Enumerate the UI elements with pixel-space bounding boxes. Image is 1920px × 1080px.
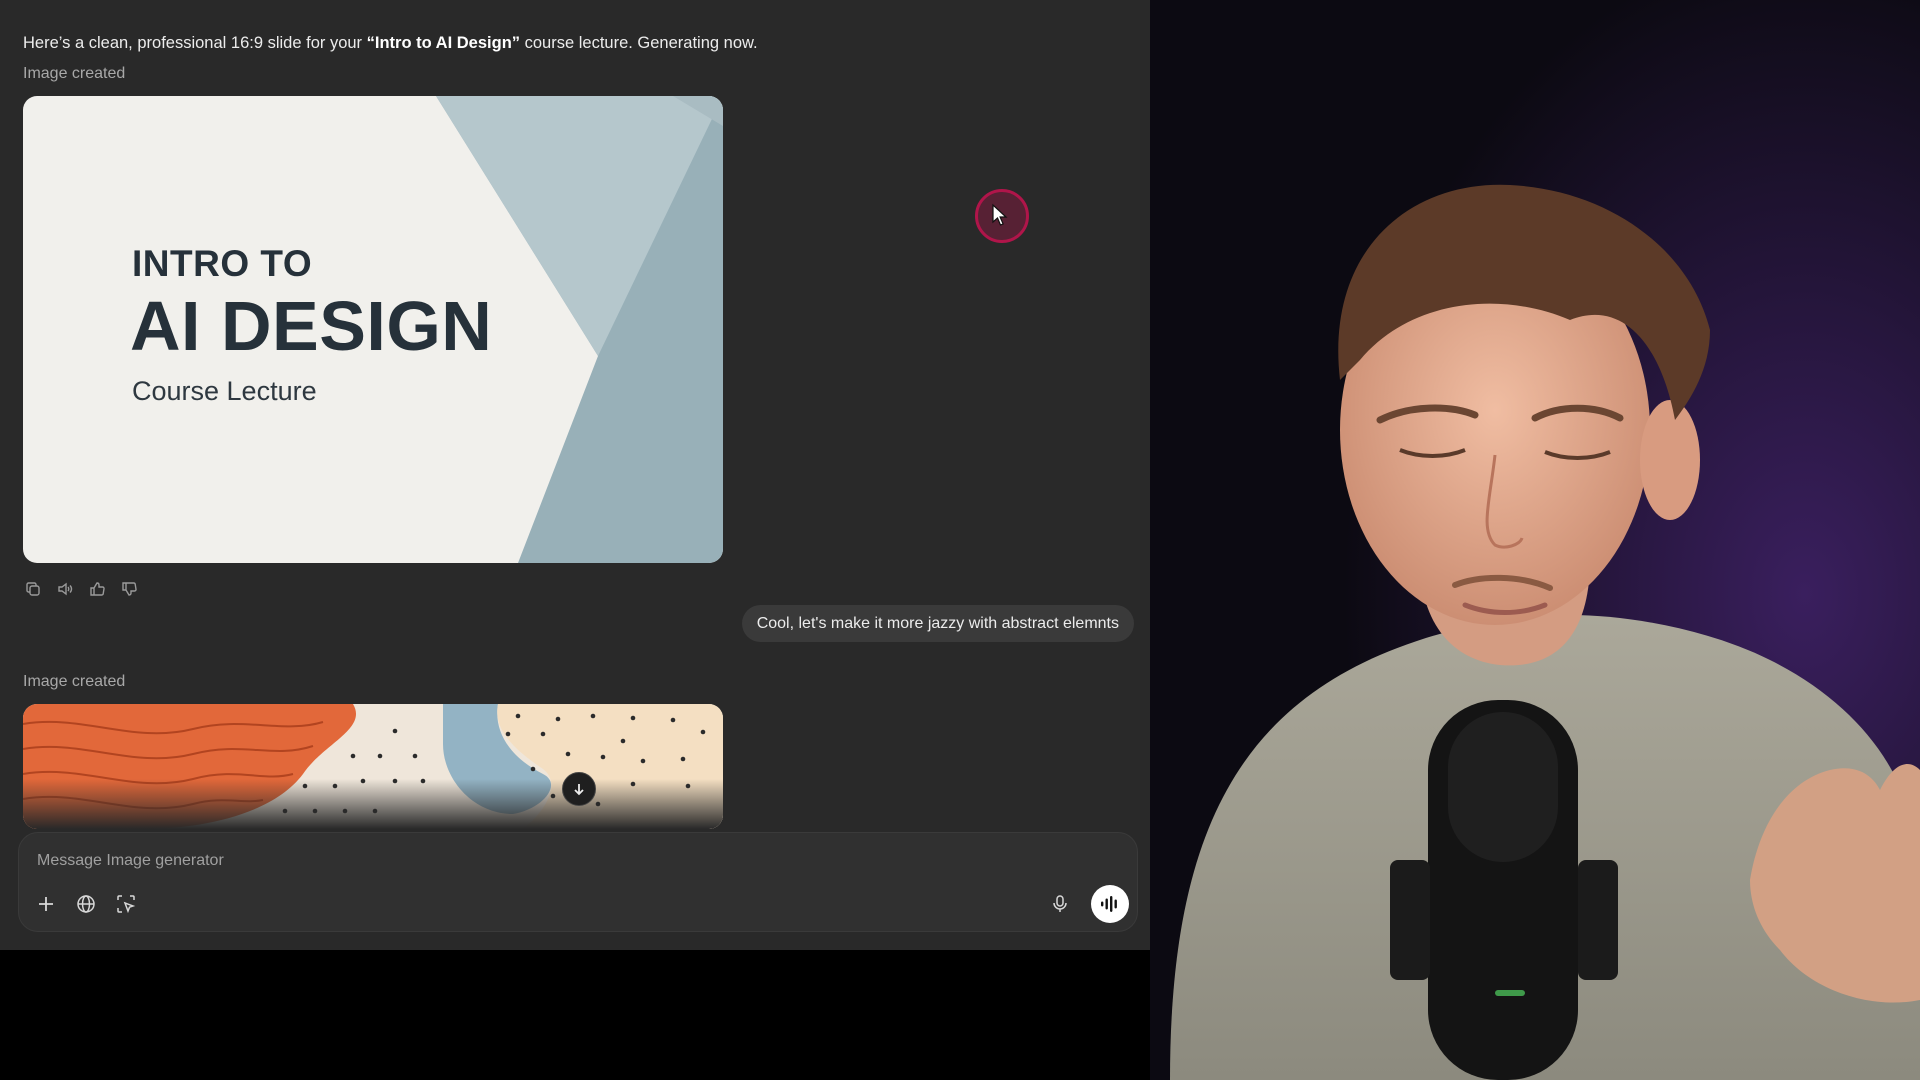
image-created-label-2: Image created — [23, 673, 126, 690]
speaker-icon[interactable] — [56, 580, 74, 598]
globe-icon[interactable] — [71, 889, 101, 919]
thumbs-up-icon[interactable] — [88, 580, 106, 598]
webcam-feed — [1150, 0, 1920, 1080]
slide-title-line-1: INTRO TO — [132, 243, 313, 284]
response-actions — [24, 580, 138, 598]
voice-mode-icon — [1101, 896, 1117, 912]
microphone-icon[interactable] — [1045, 889, 1075, 919]
generated-image-abstract[interactable] — [23, 704, 723, 829]
scroll-to-bottom-button[interactable] — [562, 772, 596, 806]
image-fade-overlay — [23, 779, 723, 829]
assistant-message: Here’s a clean, professional 16:9 slide … — [23, 32, 1123, 54]
message-composer — [18, 832, 1138, 932]
plus-icon[interactable] — [31, 889, 61, 919]
message-input[interactable] — [37, 849, 737, 873]
assistant-message-text: Here’s a clean, professional 16:9 slide … — [23, 34, 367, 52]
letterbox-bar — [0, 950, 1150, 1080]
cursor-highlight — [975, 189, 1029, 243]
mouse-pointer-icon — [992, 203, 1008, 226]
thumbs-down-icon[interactable] — [120, 580, 138, 598]
arrow-down-icon — [574, 784, 584, 796]
generated-image-slide[interactable]: INTRO TO AI DESIGN Course Lecture — [23, 96, 723, 563]
presenter-video — [1150, 0, 1920, 1080]
assistant-message-highlight: “Intro to AI Design” — [366, 34, 521, 52]
select-region-icon[interactable] — [111, 889, 141, 919]
assistant-message-text-end: course lecture. Generating now. — [520, 34, 758, 52]
user-message-bubble: Cool, let's make it more jazzy with abst… — [741, 605, 1134, 642]
voice-mode-button[interactable] — [1091, 885, 1129, 923]
slide-subtitle: Course Lecture — [132, 376, 317, 406]
chat-panel: Here’s a clean, professional 16:9 slide … — [0, 0, 1150, 950]
slide-title-line-2: AI DESIGN — [130, 287, 493, 365]
copy-icon[interactable] — [24, 580, 42, 598]
image-created-label: Image created — [23, 65, 126, 82]
